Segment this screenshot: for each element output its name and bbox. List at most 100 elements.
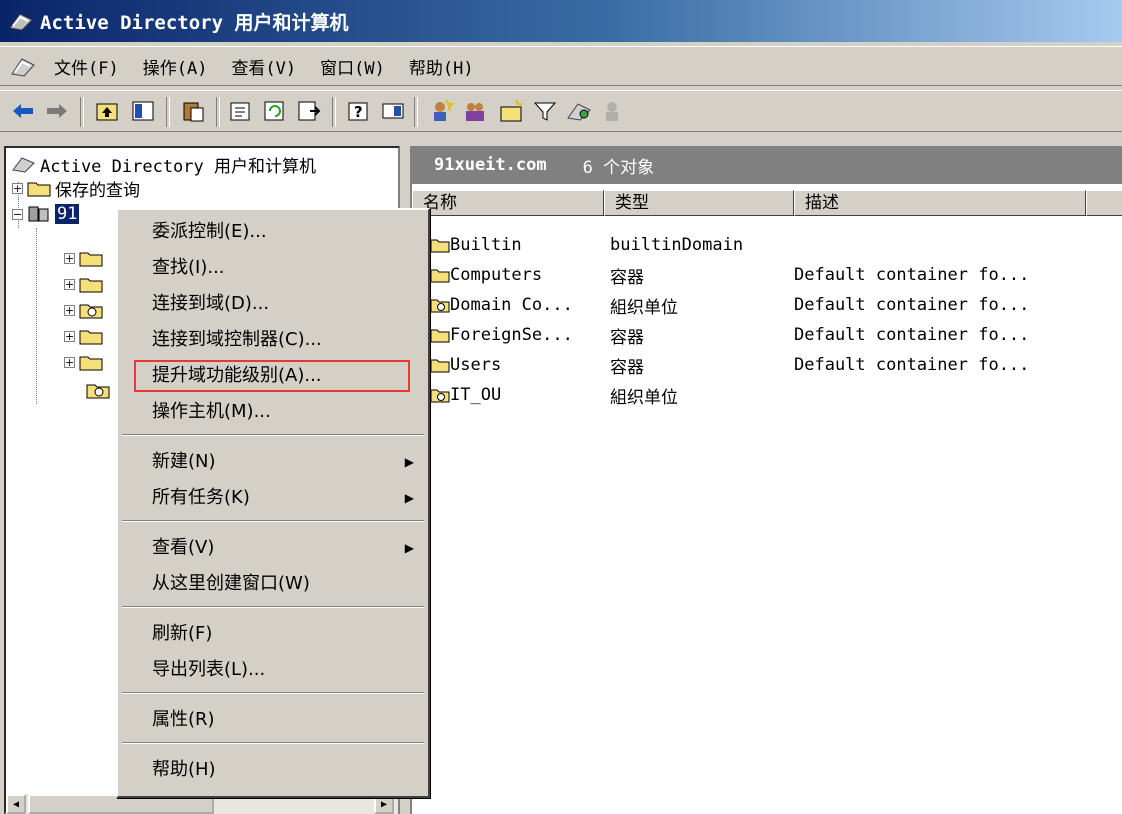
tree-item-label-selected: 91 bbox=[55, 204, 80, 224]
menu-item-label: 从这里创建窗口(W) bbox=[152, 573, 310, 594]
menu-separator bbox=[122, 692, 424, 694]
table-row[interactable]: ForeignSe... 容器 Default container fo... bbox=[430, 322, 1029, 348]
submenu-arrow-icon: ▶ bbox=[404, 455, 414, 469]
context-menu: 委派控制(E)... 查找(I)... 连接到域(D)... 连接到域控制器(C… bbox=[116, 208, 430, 798]
row-desc: Default container fo... bbox=[794, 355, 1030, 375]
menu-item-label: 所有任务(K) bbox=[152, 487, 250, 508]
menu-item-find[interactable]: 查找(I)... bbox=[118, 252, 428, 284]
menu-item-all-tasks[interactable]: 所有任务(K) ▶ bbox=[118, 482, 428, 514]
ou-icon bbox=[86, 384, 110, 399]
menu-item-export-list[interactable]: 导出列表(L)... bbox=[118, 654, 428, 686]
table-row[interactable]: IT_OU 組织单位 bbox=[430, 382, 678, 408]
row-type: 容器 bbox=[610, 267, 644, 288]
result-pane: 91xueit.com 6 个对象 名称 类型 描述 Builtin built… bbox=[410, 146, 1122, 814]
menu-separator bbox=[122, 434, 424, 436]
paste-icon[interactable] bbox=[180, 98, 206, 124]
submenu-arrow-icon: ▶ bbox=[404, 491, 414, 505]
collapse-icon[interactable]: − bbox=[12, 208, 23, 220]
table-row[interactable]: Users 容器 Default container fo... bbox=[430, 352, 1029, 378]
menu-item-delegate-control[interactable]: 委派控制(E)... bbox=[118, 216, 428, 248]
menu-action[interactable]: 操作(A) bbox=[131, 54, 220, 79]
tree-root-label: Active Directory 用户和计算机 bbox=[40, 156, 316, 177]
tree-item-saved-queries[interactable]: + 保存的查询 bbox=[12, 176, 140, 201]
row-type: 容器 bbox=[610, 357, 644, 378]
forward-arrow-icon[interactable] bbox=[44, 98, 70, 124]
menu-separator bbox=[122, 742, 424, 744]
row-name: IT_OU bbox=[450, 385, 502, 405]
tree-item-it-ou-stub[interactable] bbox=[82, 378, 114, 402]
menu-bar: 文件(F) 操作(A) 查看(V) 窗口(W) 帮助(H) bbox=[0, 46, 1122, 86]
tree-item-foreign-stub[interactable]: + bbox=[64, 324, 107, 348]
folder-icon bbox=[79, 252, 103, 267]
new-ou-icon[interactable] bbox=[498, 98, 524, 124]
expand-icon[interactable]: + bbox=[64, 278, 75, 290]
ou-icon bbox=[79, 304, 103, 319]
ou-icon bbox=[430, 389, 450, 403]
expand-icon[interactable]: + bbox=[64, 356, 75, 368]
row-name: Builtin bbox=[450, 235, 522, 255]
menu-window[interactable]: 窗口(W) bbox=[308, 54, 397, 79]
filter-icon[interactable] bbox=[532, 98, 558, 124]
tree-root[interactable]: Active Directory 用户和计算机 bbox=[12, 152, 316, 177]
menu-separator bbox=[122, 606, 424, 608]
table-row[interactable]: Computers 容器 Default container fo... bbox=[430, 262, 1029, 288]
menu-item-new[interactable]: 新建(N) ▶ bbox=[118, 446, 428, 478]
up-level-icon[interactable] bbox=[94, 98, 120, 124]
tree-item-label: 保存的查询 bbox=[55, 180, 140, 201]
tree-item-dc-ou-stub[interactable]: + bbox=[64, 298, 107, 322]
tree-item-users-stub[interactable]: + bbox=[64, 350, 107, 374]
refresh-icon[interactable] bbox=[262, 98, 288, 124]
table-row[interactable]: Domain Co... 組织单位 Default container fo..… bbox=[430, 292, 1029, 318]
column-header-description[interactable]: 描述 bbox=[794, 190, 1086, 216]
expand-icon[interactable]: + bbox=[12, 182, 23, 194]
folder-icon bbox=[430, 239, 450, 253]
export-list-icon[interactable] bbox=[296, 98, 322, 124]
menu-item-help[interactable]: 帮助(H) bbox=[118, 754, 428, 786]
add-to-group-icon[interactable] bbox=[600, 98, 626, 124]
menu-view[interactable]: 查看(V) bbox=[219, 54, 308, 79]
new-group-icon[interactable] bbox=[462, 98, 488, 124]
column-header-extra bbox=[1086, 190, 1122, 216]
menu-item-new-window[interactable]: 从这里创建窗口(W) bbox=[118, 568, 428, 600]
properties-icon[interactable] bbox=[228, 98, 254, 124]
new-user-icon[interactable] bbox=[428, 98, 454, 124]
window-title: Active Directory 用户和计算机 bbox=[40, 11, 349, 34]
scroll-left-icon[interactable]: ◀ bbox=[6, 794, 26, 814]
find-icon[interactable] bbox=[566, 98, 592, 124]
menu-help[interactable]: 帮助(H) bbox=[397, 54, 486, 79]
tree-item-computers-stub[interactable]: + bbox=[64, 272, 107, 296]
menu-item-label: 查找(I)... bbox=[152, 257, 225, 278]
tree-item-domain[interactable]: − 91 bbox=[12, 202, 80, 226]
menu-item-operations-master[interactable]: 操作主机(M)... bbox=[118, 396, 428, 428]
column-header-row: 名称 类型 描述 bbox=[412, 190, 1122, 216]
console-icon bbox=[11, 58, 35, 77]
back-arrow-icon[interactable] bbox=[10, 98, 36, 124]
show-hide-tree-icon[interactable] bbox=[130, 98, 156, 124]
menu-item-connect-dc[interactable]: 连接到域控制器(C)... bbox=[118, 324, 428, 356]
menu-item-label: 新建(N) bbox=[152, 451, 216, 472]
expand-icon[interactable]: + bbox=[64, 252, 75, 264]
menu-item-label: 刷新(F) bbox=[152, 623, 213, 644]
highlight-box bbox=[134, 360, 410, 392]
row-type: builtinDomain bbox=[610, 235, 744, 255]
folder-icon bbox=[430, 329, 450, 343]
menu-item-refresh[interactable]: 刷新(F) bbox=[118, 618, 428, 650]
menu-item-properties[interactable]: 属性(R) bbox=[118, 704, 428, 736]
tree-item-builtin-stub[interactable]: + bbox=[64, 246, 107, 270]
table-row[interactable]: Builtin builtinDomain bbox=[430, 232, 743, 258]
menu-item-view[interactable]: 查看(V) ▶ bbox=[118, 532, 428, 564]
menu-item-connect-domain[interactable]: 连接到域(D)... bbox=[118, 288, 428, 320]
toolbar: ? bbox=[0, 90, 1122, 132]
folder-icon bbox=[79, 356, 103, 371]
expand-icon[interactable]: + bbox=[64, 330, 75, 342]
column-header-name[interactable]: 名称 bbox=[412, 190, 604, 216]
result-domain: 91xueit.com bbox=[434, 155, 547, 175]
help-icon[interactable]: ? bbox=[346, 98, 372, 124]
menu-file[interactable]: 文件(F) bbox=[42, 54, 131, 79]
show-action-pane-icon[interactable] bbox=[380, 98, 406, 124]
row-desc: Default container fo... bbox=[794, 295, 1030, 315]
row-type: 組织单位 bbox=[610, 297, 678, 318]
expand-icon[interactable]: + bbox=[64, 304, 75, 316]
column-header-type[interactable]: 类型 bbox=[604, 190, 794, 216]
row-desc: Default container fo... bbox=[794, 265, 1030, 285]
